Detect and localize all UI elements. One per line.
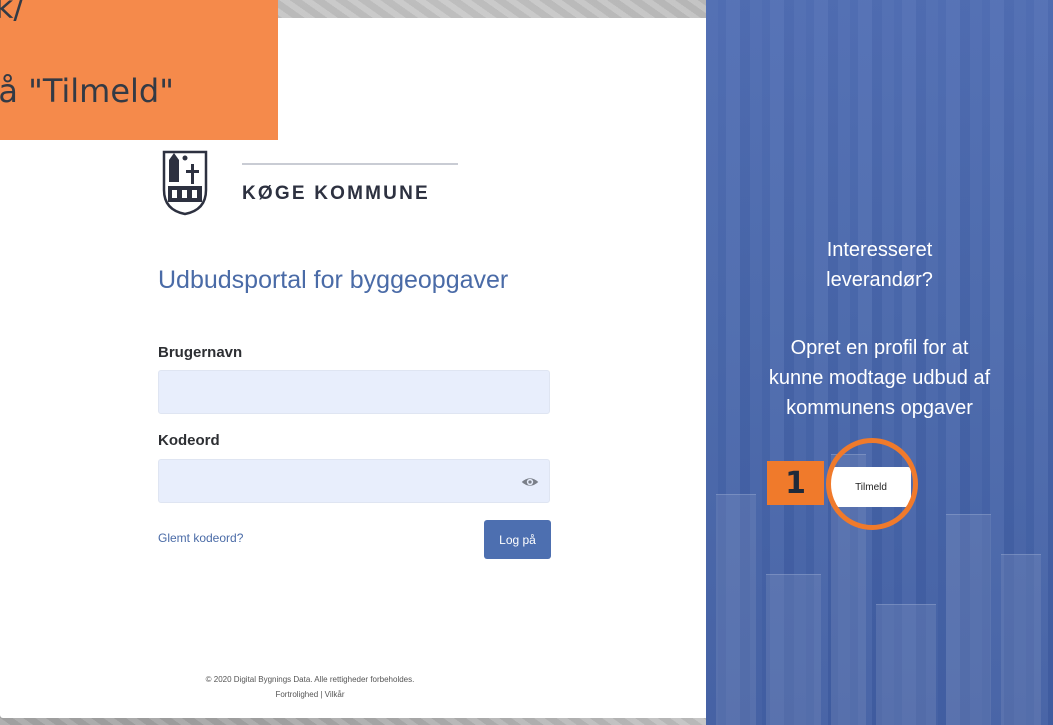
signup-panel: Interesseret leverandør? Opret en profil… — [706, 0, 1053, 725]
password-label: Kodeord — [158, 432, 220, 449]
username-field[interactable] — [158, 370, 550, 414]
footer-links[interactable]: Fortrolighed | Vilkår — [130, 690, 490, 699]
koge-kommune-logo: KØGE KOMMUNE — [160, 150, 460, 220]
username-label: Brugernavn — [158, 344, 243, 361]
skyline-building — [946, 514, 991, 725]
skyline-building — [876, 604, 936, 725]
tutorial-banner-line2: på "Tilmeld" — [0, 72, 174, 110]
skyline-building — [766, 574, 821, 725]
tilmeld-button[interactable]: Tilmeld — [831, 467, 911, 507]
forgot-password-link[interactable]: Glemt kodeord? — [158, 531, 243, 545]
signup-body-line1: Opret en profil for at — [790, 337, 969, 359]
signup-heading-line1: Interesseret — [826, 239, 933, 261]
skyline-building — [716, 494, 756, 725]
footer-copyright: © 2020 Digital Bygnings Data. Alle retti… — [205, 675, 415, 684]
koge-crest-icon — [162, 150, 208, 216]
login-button[interactable]: Log på — [484, 520, 551, 559]
password-field[interactable] — [158, 459, 550, 503]
eye-icon[interactable] — [521, 473, 539, 491]
step-number-badge: 1 — [767, 461, 824, 505]
tutorial-banner-line1: ik/ — [0, 0, 25, 26]
logo-divider — [242, 163, 458, 165]
signup-body-line3: kommunens opgaver — [786, 397, 973, 419]
tutorial-banner: ik/ på "Tilmeld" — [0, 0, 278, 140]
skyline-building — [1001, 554, 1041, 725]
portal-title: Udbudsportal for byggeopgaver — [158, 266, 509, 294]
brand-name: KØGE KOMMUNE — [242, 183, 430, 204]
signup-heading-line2: leverandør? — [826, 269, 933, 291]
signup-body-line2: kunne modtage udbud af — [768, 367, 991, 389]
